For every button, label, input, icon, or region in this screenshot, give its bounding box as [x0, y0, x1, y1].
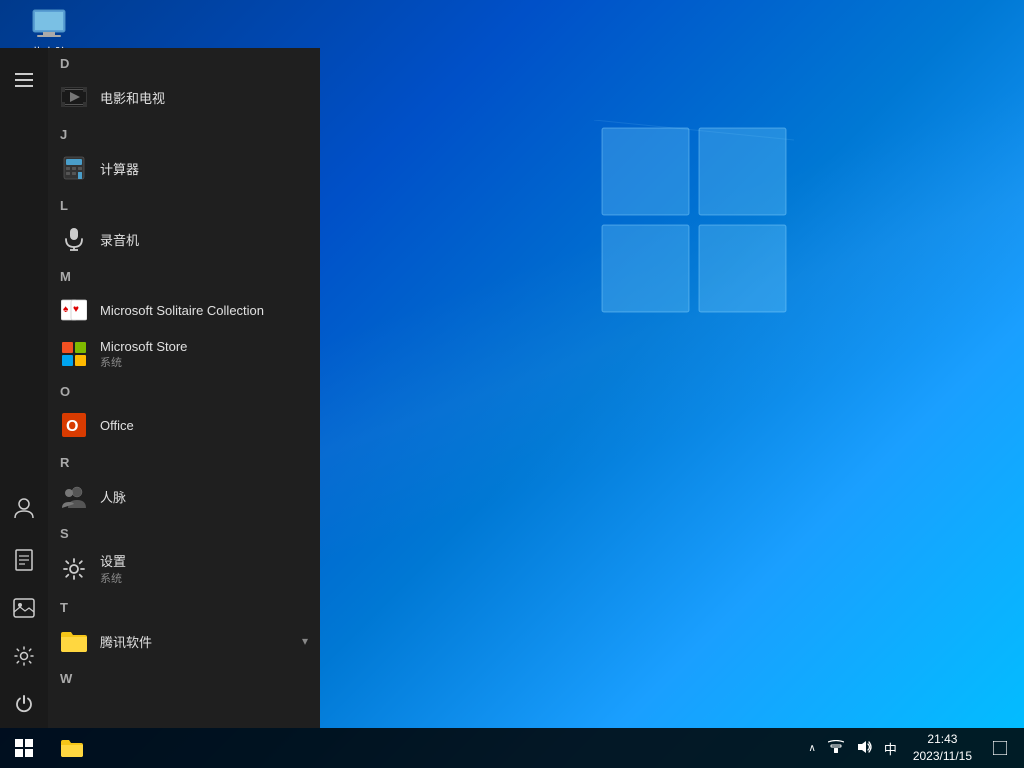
start-button[interactable] — [0, 728, 48, 768]
sidebar-user[interactable] — [0, 484, 48, 532]
calculator-text: 计算器 — [100, 159, 139, 178]
recorder-name: 录音机 — [100, 230, 139, 249]
app-item-movies[interactable]: 电影和电视 — [48, 75, 320, 119]
office-name: Office — [100, 418, 134, 433]
app-item-tencent[interactable]: 腾讯软件 ▾ — [48, 619, 320, 663]
documents-icon — [15, 549, 33, 571]
people-name: 人脉 — [100, 487, 126, 506]
movies-text: 电影和电视 — [100, 88, 165, 107]
calculator-icon — [60, 154, 88, 182]
pictures-icon — [13, 598, 35, 618]
section-t: T — [48, 592, 320, 619]
people-text: 人脉 — [100, 487, 126, 506]
store-icon — [60, 340, 88, 368]
windows-logo-desktop — [594, 120, 794, 320]
start-windows-icon — [15, 739, 33, 757]
app-list[interactable]: D 电影和电视 — [48, 48, 320, 728]
start-sidebar — [0, 48, 48, 728]
app-item-settings[interactable]: 设置 系统 — [48, 545, 320, 592]
tray-volume-icon[interactable] — [852, 738, 876, 759]
taskbar-file-explorer[interactable] — [48, 728, 96, 768]
sidebar-settings[interactable] — [0, 632, 48, 680]
calculator-name: 计算器 — [100, 159, 139, 178]
taskbar: ∧ 中 — [0, 728, 1024, 768]
user-icon — [13, 497, 35, 519]
solitaire-icon: ♠ ♥ — [60, 296, 88, 324]
section-w: W — [48, 663, 320, 690]
tencent-text: 腾讯软件 — [100, 632, 152, 651]
sidebar-pictures[interactable] — [0, 584, 48, 632]
settings-name: 设置 — [100, 551, 126, 570]
recorder-text: 录音机 — [100, 230, 139, 249]
app-item-calculator[interactable]: 计算器 — [48, 146, 320, 190]
tray-network-icon[interactable] — [824, 738, 848, 759]
people-icon — [60, 482, 88, 510]
sidebar-hamburger[interactable] — [0, 56, 48, 104]
tray-clock[interactable]: 21:43 2023/11/15 — [905, 729, 980, 767]
store-text: Microsoft Store 系统 — [100, 339, 187, 370]
section-r: R — [48, 447, 320, 474]
app-item-solitaire[interactable]: ♠ ♥ Microsoft Solitaire Collection — [48, 288, 320, 332]
movies-icon — [60, 83, 88, 111]
file-explorer-icon — [61, 739, 83, 757]
store-name: Microsoft Store — [100, 339, 187, 354]
store-sub: 系统 — [100, 354, 187, 370]
desktop: 此电脑 — [0, 0, 1024, 768]
tencent-name: 腾讯软件 — [100, 632, 152, 651]
office-text: Office — [100, 418, 134, 433]
office-icon: O — [60, 411, 88, 439]
app-item-store[interactable]: Microsoft Store 系统 — [48, 332, 320, 376]
power-icon — [14, 694, 34, 714]
settings-sidebar-icon — [14, 646, 34, 666]
settings-app-icon — [60, 555, 88, 583]
start-menu: D 电影和电视 — [0, 48, 320, 728]
this-pc-icon — [29, 8, 69, 40]
section-o: O — [48, 376, 320, 403]
svg-text:♠: ♠ — [63, 304, 69, 315]
settings-text: 设置 系统 — [100, 551, 126, 586]
recorder-icon — [60, 225, 88, 253]
taskbar-tray: ∧ 中 — [796, 728, 1024, 768]
app-item-recorder[interactable]: 录音机 — [48, 217, 320, 261]
settings-sub: 系统 — [100, 570, 126, 586]
svg-text:♥: ♥ — [73, 304, 79, 315]
tray-icons — [824, 738, 876, 759]
tencent-arrow: ▾ — [302, 634, 308, 648]
section-s: S — [48, 518, 320, 545]
section-d: D — [48, 48, 320, 75]
movies-name: 电影和电视 — [100, 88, 165, 107]
sidebar-documents[interactable] — [0, 536, 48, 584]
solitaire-text: Microsoft Solitaire Collection — [100, 303, 264, 318]
tray-chevron[interactable]: ∧ — [804, 739, 819, 758]
section-m: M — [48, 261, 320, 288]
tray-notification-button[interactable] — [984, 728, 1016, 768]
section-l: L — [48, 190, 320, 217]
hamburger-icon — [15, 73, 33, 87]
folder-icon — [60, 627, 88, 655]
app-item-people[interactable]: 人脉 — [48, 474, 320, 518]
tray-date: 2023/11/15 — [913, 748, 972, 765]
svg-text:O: O — [66, 418, 78, 435]
notification-icon — [993, 741, 1007, 755]
app-item-office[interactable]: O Office — [48, 403, 320, 447]
sidebar-power[interactable] — [0, 680, 48, 728]
tray-language[interactable]: 中 — [880, 737, 901, 760]
solitaire-name: Microsoft Solitaire Collection — [100, 303, 264, 318]
tray-time: 21:43 — [927, 731, 957, 748]
section-j: J — [48, 119, 320, 146]
